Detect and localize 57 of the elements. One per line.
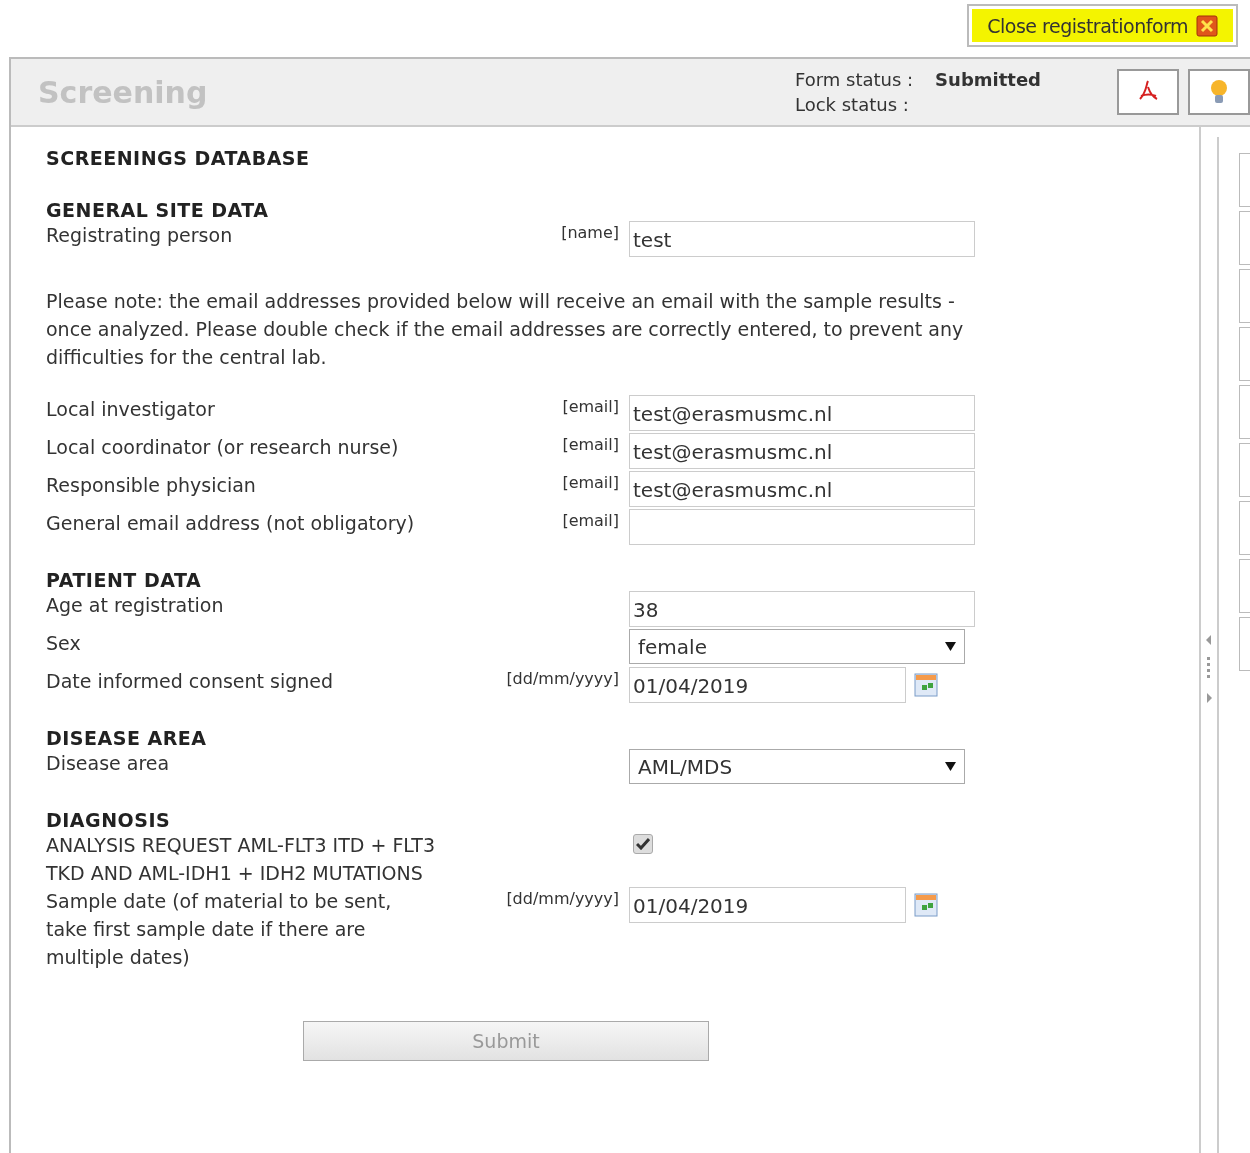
panel-tab[interactable] <box>1239 153 1250 207</box>
field-label: Local coordinator (or research nurse) <box>46 435 400 460</box>
format-hint: [dd/mm/yyyy] <box>505 668 619 690</box>
field-label: Registrating person <box>46 223 234 248</box>
status-label: Lock status : <box>794 93 910 117</box>
field-label: ANALYSIS REQUEST AML-FLT3 ITD + FLT3 TKD AND AML-IDH1 + IDH2 MUTATIONS <box>46 833 436 886</box>
section-heading: GENERAL SITE DATA <box>46 199 270 221</box>
text-field[interactable]: test <box>629 221 975 257</box>
format-hint: [email] <box>561 510 619 532</box>
dropdown[interactable]: female <box>629 629 965 664</box>
tip-button[interactable] <box>1188 69 1250 115</box>
format-hint: [dd/mm/yyyy] <box>505 888 619 910</box>
section-heading: DISEASE AREA <box>46 727 208 749</box>
date-field[interactable]: 01/04/2019 <box>629 887 906 923</box>
status-value: Submitted <box>935 68 1041 92</box>
text-field[interactable]: test@erasmusmc.nl <box>629 433 975 469</box>
panel-tab[interactable] <box>1239 443 1250 497</box>
form-title: SCREENINGS DATABASE <box>46 147 311 169</box>
panel-tab[interactable] <box>1239 327 1250 381</box>
text-field[interactable]: 38 <box>629 591 975 627</box>
panel-tab[interactable] <box>1239 559 1250 613</box>
format-hint: [email] <box>561 434 619 456</box>
panel-tab[interactable] <box>1239 385 1250 439</box>
splitter-handle-icon[interactable] <box>1205 635 1214 705</box>
format-hint: [email] <box>561 396 619 418</box>
date-field[interactable]: 01/04/2019 <box>629 667 906 703</box>
field-label: Date informed consent signed <box>46 669 335 694</box>
field-label: Local investigator <box>46 397 216 422</box>
field-label: Disease area <box>46 751 171 776</box>
field-label: General email address (not obligatory) <box>46 511 416 536</box>
section-heading: DIAGNOSIS <box>46 809 172 831</box>
field-label: Sex <box>46 631 82 656</box>
text-field[interactable]: test@erasmusmc.nl <box>629 395 975 431</box>
caret-icon <box>945 762 956 771</box>
status-label: Form status : <box>794 68 914 92</box>
caret-icon <box>945 642 956 651</box>
text-field[interactable] <box>629 509 975 545</box>
text-field[interactable]: test@erasmusmc.nl <box>629 471 975 507</box>
lightbulb-icon <box>1209 78 1229 106</box>
dropdown[interactable]: AML/MDS <box>629 749 965 784</box>
note-text: Please note: the email addresses provided below will receive an email with the sample results - once analyzed. Please double check if the email addresses are correctly entered, to prevent any difficulties for the central lab. <box>46 289 965 370</box>
field-label: Sample date (of material to be sent, take first sample date if there are multiple dates) <box>46 889 393 970</box>
field-label: Responsible physician <box>46 473 257 498</box>
calendar-icon[interactable] <box>914 893 938 917</box>
section-heading: PATIENT DATA <box>46 569 203 591</box>
panel-tab[interactable] <box>1239 501 1250 555</box>
close-form-button[interactable]: Close registrationform <box>967 4 1238 47</box>
panel-tab[interactable] <box>1239 617 1250 671</box>
format-hint: [name] <box>560 222 619 244</box>
panel-tab[interactable] <box>1239 269 1250 323</box>
pdf-button[interactable] <box>1117 69 1179 115</box>
format-hint: [email] <box>561 472 619 494</box>
field-label: Age at registration <box>46 593 225 618</box>
checkbox[interactable] <box>633 834 653 854</box>
calendar-icon[interactable] <box>914 673 938 697</box>
close-icon <box>1196 14 1218 37</box>
panel-tab[interactable] <box>1239 211 1250 265</box>
